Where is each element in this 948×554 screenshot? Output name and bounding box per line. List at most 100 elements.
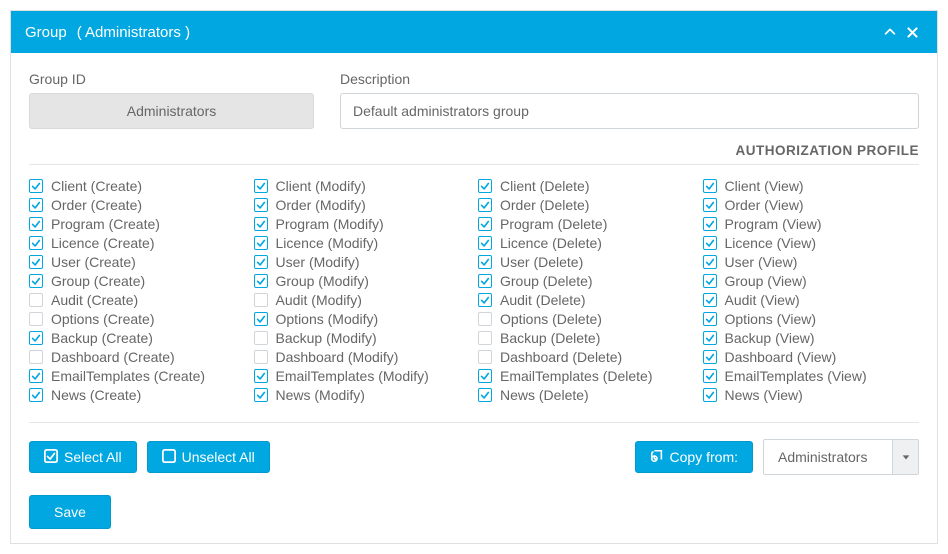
- perm-label: Group (View): [725, 272, 807, 290]
- close-icon[interactable]: [901, 21, 923, 43]
- perm-label: Licence (Modify): [276, 234, 379, 252]
- perm-item: User (Delete): [478, 253, 695, 271]
- perm-checkbox[interactable]: [254, 312, 268, 326]
- perm-label: Licence (Create): [51, 234, 155, 252]
- perm-item: Audit (Create): [29, 291, 246, 309]
- perm-checkbox[interactable]: [254, 331, 268, 345]
- perm-checkbox[interactable]: [254, 350, 268, 364]
- chevron-down-icon[interactable]: [892, 440, 918, 474]
- perm-checkbox[interactable]: [478, 179, 492, 193]
- perm-checkbox[interactable]: [29, 369, 43, 383]
- perm-label: Group (Modify): [276, 272, 369, 290]
- perm-checkbox[interactable]: [29, 198, 43, 212]
- perm-checkbox[interactable]: [703, 331, 717, 345]
- perm-label: Program (View): [725, 215, 822, 233]
- group-id-label: Group ID: [29, 71, 314, 87]
- perm-checkbox[interactable]: [254, 236, 268, 250]
- perm-checkbox[interactable]: [703, 274, 717, 288]
- perm-item: Options (Create): [29, 310, 246, 328]
- perm-checkbox[interactable]: [29, 217, 43, 231]
- perm-label: Client (Create): [51, 177, 142, 195]
- perm-checkbox[interactable]: [478, 255, 492, 269]
- perm-checkbox[interactable]: [254, 198, 268, 212]
- perm-checkbox[interactable]: [478, 293, 492, 307]
- perm-item: Licence (Create): [29, 234, 246, 252]
- perm-item: Audit (View): [703, 291, 920, 309]
- perm-checkbox[interactable]: [29, 388, 43, 402]
- perm-checkbox[interactable]: [703, 350, 717, 364]
- perm-label: Dashboard (Create): [51, 348, 175, 366]
- footer: Select All Unselect All Copy from: Admin…: [29, 439, 919, 475]
- perm-label: News (Delete): [500, 386, 589, 404]
- perm-checkbox[interactable]: [29, 255, 43, 269]
- perm-label: Dashboard (Modify): [276, 348, 399, 366]
- perm-checkbox[interactable]: [254, 369, 268, 383]
- perm-checkbox[interactable]: [478, 274, 492, 288]
- perm-item: Order (Delete): [478, 196, 695, 214]
- perm-item: Client (Delete): [478, 177, 695, 195]
- perm-label: User (Modify): [276, 253, 360, 271]
- perm-item: Program (View): [703, 215, 920, 233]
- perm-checkbox[interactable]: [703, 255, 717, 269]
- perm-checkbox[interactable]: [478, 331, 492, 345]
- perm-label: Program (Modify): [276, 215, 384, 233]
- perm-checkbox[interactable]: [478, 236, 492, 250]
- perm-checkbox[interactable]: [478, 198, 492, 212]
- perm-checkbox[interactable]: [29, 179, 43, 193]
- perm-checkbox[interactable]: [703, 312, 717, 326]
- perm-checkbox[interactable]: [29, 331, 43, 345]
- perm-item: News (Delete): [478, 386, 695, 404]
- perm-checkbox[interactable]: [254, 179, 268, 193]
- copy-from-select[interactable]: Administrators: [763, 439, 919, 475]
- button-label: Copy from:: [670, 450, 738, 464]
- perm-label: Backup (Create): [51, 329, 153, 347]
- perm-checkbox[interactable]: [478, 388, 492, 402]
- perm-checkbox[interactable]: [478, 312, 492, 326]
- perm-checkbox[interactable]: [703, 236, 717, 250]
- perm-checkbox[interactable]: [478, 369, 492, 383]
- panel-title-main: Group: [25, 24, 67, 41]
- perm-checkbox[interactable]: [254, 293, 268, 307]
- perm-item: Backup (Delete): [478, 329, 695, 347]
- perm-checkbox[interactable]: [703, 388, 717, 402]
- perm-item: Program (Modify): [254, 215, 471, 233]
- perm-col-create: Client (Create)Order (Create)Program (Cr…: [29, 177, 246, 404]
- perm-item: Dashboard (Create): [29, 348, 246, 366]
- select-all-button[interactable]: Select All: [29, 441, 137, 473]
- perm-item: Group (Modify): [254, 272, 471, 290]
- perm-item: Audit (Delete): [478, 291, 695, 309]
- copy-from-button[interactable]: Copy from:: [635, 441, 753, 473]
- perm-checkbox[interactable]: [29, 236, 43, 250]
- perm-checkbox[interactable]: [478, 217, 492, 231]
- panel-body: Group ID Administrators Description AUTH…: [11, 53, 937, 543]
- save-button[interactable]: Save: [29, 495, 111, 529]
- perm-col-view: Client (View)Order (View)Program (View)L…: [703, 177, 920, 404]
- unselect-all-button[interactable]: Unselect All: [147, 441, 270, 473]
- collapse-icon[interactable]: [879, 21, 901, 43]
- perm-col-delete: Client (Delete)Order (Delete)Program (De…: [478, 177, 695, 404]
- perm-item: User (Create): [29, 253, 246, 271]
- perm-checkbox[interactable]: [478, 350, 492, 364]
- perm-checkbox[interactable]: [29, 350, 43, 364]
- perm-checkbox[interactable]: [703, 369, 717, 383]
- perm-checkbox[interactable]: [29, 312, 43, 326]
- description-field[interactable]: [340, 93, 919, 129]
- perm-label: Client (Delete): [500, 177, 589, 195]
- perm-checkbox[interactable]: [254, 217, 268, 231]
- perm-label: Order (View): [725, 196, 804, 214]
- perm-checkbox[interactable]: [29, 274, 43, 288]
- permissions-grid: Client (Create)Order (Create)Program (Cr…: [29, 177, 919, 404]
- perm-checkbox[interactable]: [254, 274, 268, 288]
- perm-checkbox[interactable]: [254, 255, 268, 269]
- perm-item: Options (Modify): [254, 310, 471, 328]
- perm-checkbox[interactable]: [703, 217, 717, 231]
- perm-item: Group (View): [703, 272, 920, 290]
- perm-label: Audit (View): [725, 291, 800, 309]
- perm-checkbox[interactable]: [703, 179, 717, 193]
- perm-checkbox[interactable]: [703, 293, 717, 307]
- perm-checkbox[interactable]: [254, 388, 268, 402]
- perm-checkbox[interactable]: [29, 293, 43, 307]
- perm-label: Group (Create): [51, 272, 145, 290]
- perm-col-modify: Client (Modify)Order (Modify)Program (Mo…: [254, 177, 471, 404]
- perm-checkbox[interactable]: [703, 198, 717, 212]
